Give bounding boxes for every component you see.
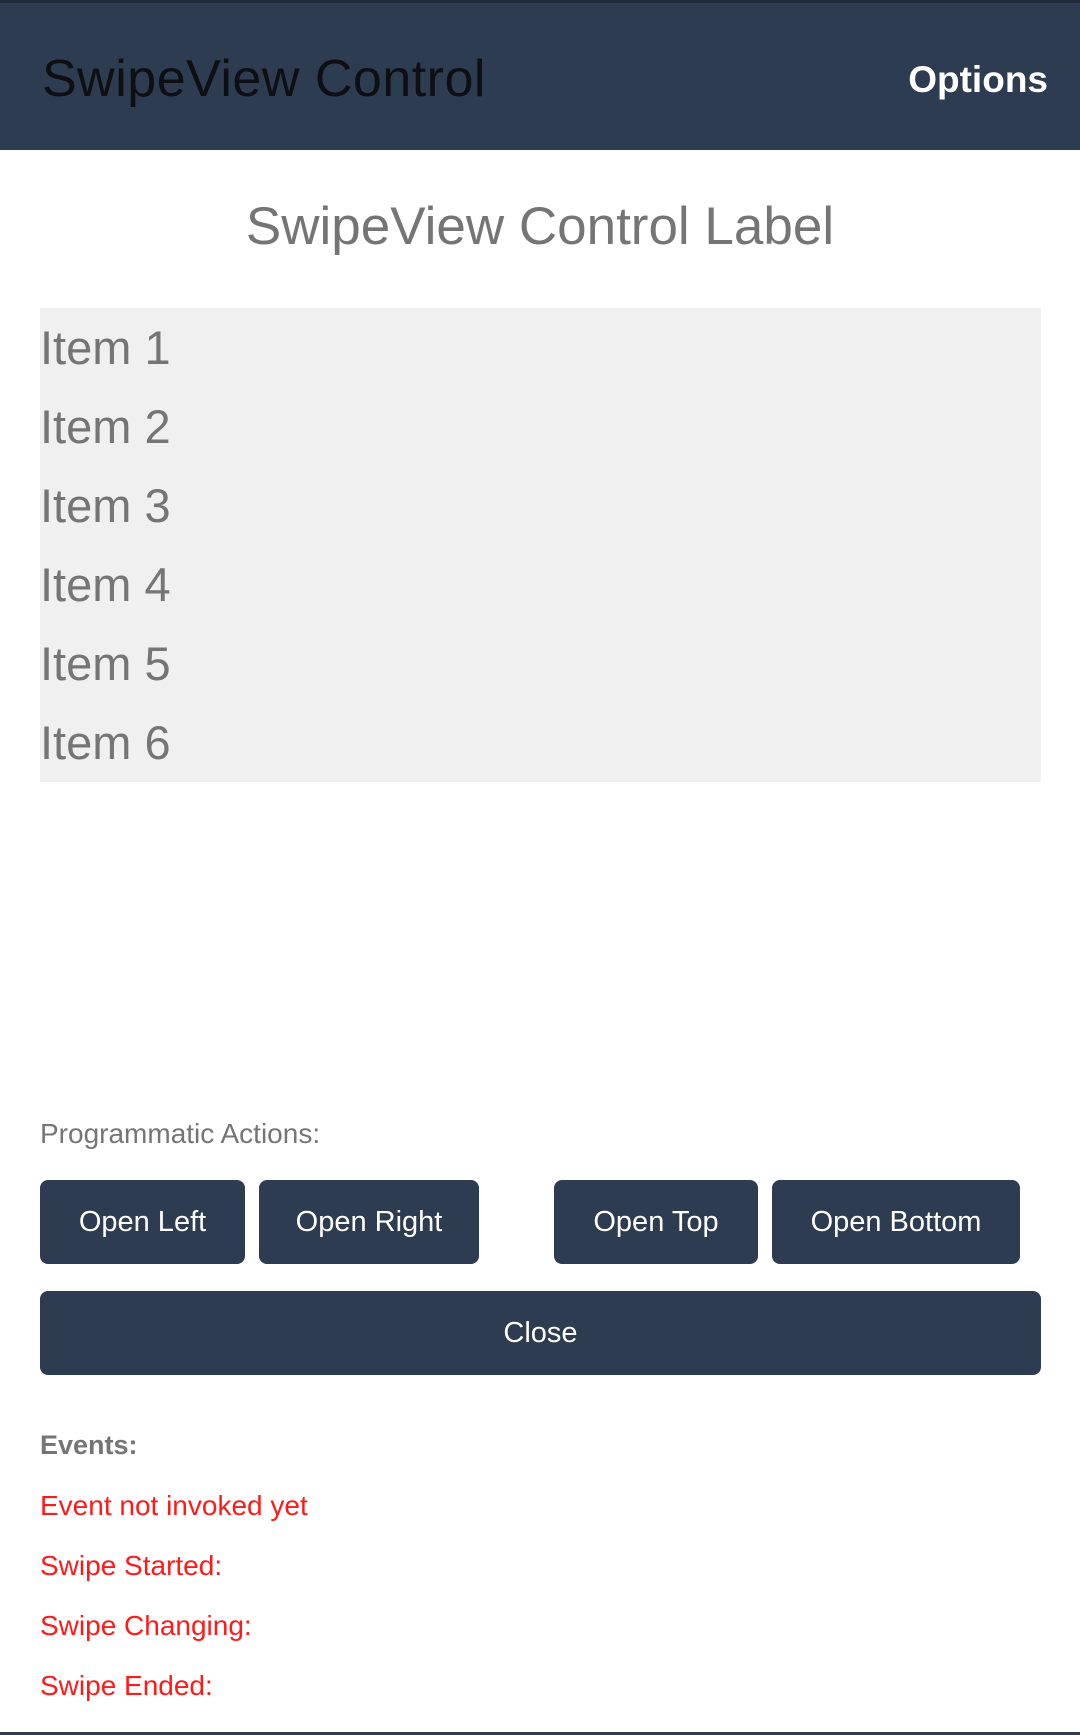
list-item[interactable]: Item 2 xyxy=(40,387,171,466)
events-label: Events: xyxy=(40,1430,138,1460)
app-title: SwipeView Control xyxy=(42,50,486,108)
close-button[interactable]: Close xyxy=(40,1291,1041,1375)
open-bottom-button[interactable]: Open Bottom xyxy=(772,1180,1020,1264)
open-left-button[interactable]: Open Left xyxy=(40,1180,245,1264)
programmatic-actions-label: Programmatic Actions: xyxy=(40,1118,321,1149)
options-menu-button[interactable]: Options xyxy=(908,59,1048,101)
open-right-button[interactable]: Open Right xyxy=(259,1180,479,1264)
list-item[interactable]: Item 4 xyxy=(40,545,171,624)
list-item[interactable]: Item 1 xyxy=(40,308,171,387)
open-top-button[interactable]: Open Top xyxy=(554,1180,758,1264)
swipe-started-text: Swipe Started: xyxy=(40,1550,223,1581)
list-item[interactable]: Item 3 xyxy=(40,466,171,545)
swipe-changing-text: Swipe Changing: xyxy=(40,1610,252,1641)
list-item[interactable]: Item 6 xyxy=(40,703,171,782)
list-item[interactable]: Item 5 xyxy=(40,624,171,703)
swipeview-list[interactable]: Item 1 Item 2 Item 3 Item 4 Item 5 Item … xyxy=(40,308,1041,782)
event-status-text: Event not invoked yet xyxy=(40,1490,308,1521)
swipeview-control-label: SwipeView Control Label xyxy=(245,197,835,256)
app-bar: SwipeView Control Options xyxy=(0,0,1080,150)
swipe-ended-text: Swipe Ended: xyxy=(40,1670,213,1701)
